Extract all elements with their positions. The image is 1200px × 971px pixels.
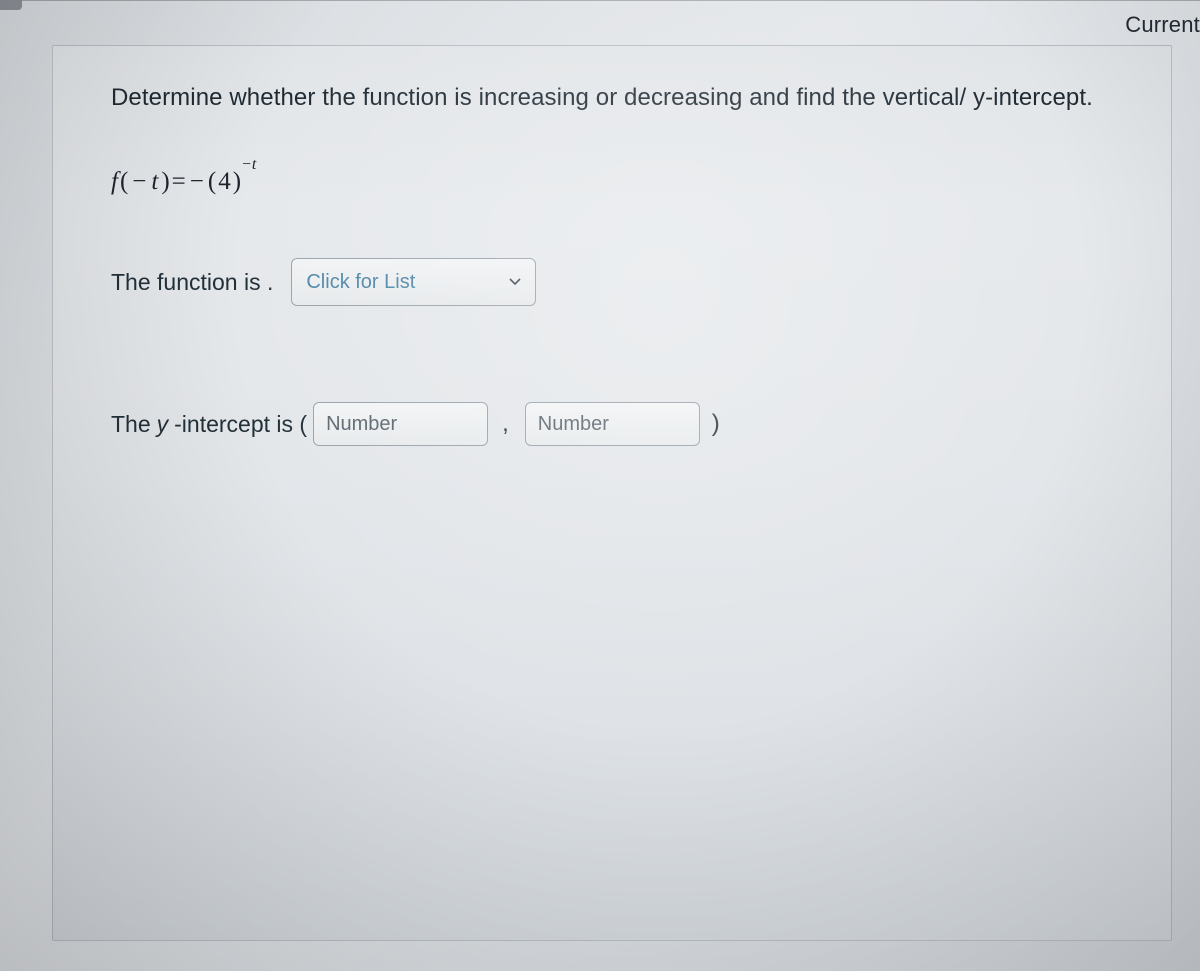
formula-lpar: ( [120,168,128,196]
function-behavior-row: The function is . Click for List [111,258,1123,306]
formula-neg-rhs: − [188,168,206,196]
question-prompt: Determine whether the function is increa… [111,82,1123,114]
formula-fn: f [111,168,118,196]
formula-exponent: −t [241,156,256,174]
question-formula: f ( − t ) = − ( 4 ) −t [111,168,1123,196]
intercept-x-placeholder: Number [326,413,397,436]
chevron-down-icon [509,278,521,286]
intercept-comma: , [494,410,519,438]
current-label: Current [1125,12,1200,38]
intercept-prefix-a: The [111,411,151,438]
formula-neg-arg: − [130,168,148,196]
tab-fragment [0,0,22,10]
panel-top-border [0,0,1200,1]
behavior-dropdown[interactable]: Click for List [291,258,536,306]
formula-base-lpar: ( [208,168,216,196]
formula-exp-var: t [252,156,256,173]
formula-base-rpar: ) [233,168,241,195]
function-behavior-label: The function is . [111,269,273,296]
formula-var: t [150,168,159,196]
formula-rpar: ) [161,168,169,196]
formula-eq: = [172,168,186,196]
formula-base: 4 [218,168,231,196]
behavior-dropdown-placeholder: Click for List [306,271,415,294]
intercept-x-input[interactable]: Number [313,402,488,446]
y-intercept-row: The y -intercept is ( Number , Number ) [111,402,1123,446]
intercept-prefix-b: -intercept is ( [174,411,307,438]
formula-base-rpar-wrap: ) −t [233,168,241,196]
intercept-y-input[interactable]: Number [525,402,700,446]
intercept-suffix: ) [706,410,726,438]
intercept-y-placeholder: Number [538,413,609,436]
formula-exp-neg: − [241,156,252,173]
question-panel: Determine whether the function is increa… [52,45,1172,941]
intercept-y: y [157,411,169,438]
